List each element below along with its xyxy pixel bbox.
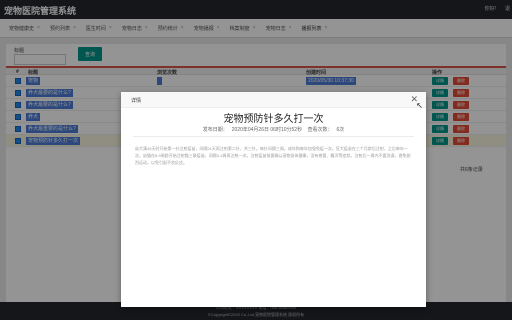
article-title: 宠物预防针多久打一次 (223, 114, 324, 125)
date-label: 发布日期： (202, 127, 228, 133)
article-body: 幼犬满45天时开始第一针注射疫苗，间隔21天再注射第二针，共三针。每针间隔三周。… (135, 146, 411, 165)
dialog-header: 详情 ✕ ↖ (121, 92, 426, 110)
detail-dialog: 详情 ✕ ↖ 宠物预防针多久打一次 发布日期： 2020年04月26日 06时10… (121, 92, 426, 307)
cursor-icon: ↖ (416, 101, 423, 110)
views-label: 查看次数： (307, 127, 333, 133)
divider (133, 136, 414, 137)
article-date: 2020年04月26日 06时10分52秒 (231, 127, 303, 133)
article-meta: 发布日期： 2020年04月26日 06时10分52秒 查看次数： 6次 (121, 126, 426, 133)
article-views: 6次 (336, 127, 345, 133)
dialog-title: 详情 (131, 98, 142, 104)
